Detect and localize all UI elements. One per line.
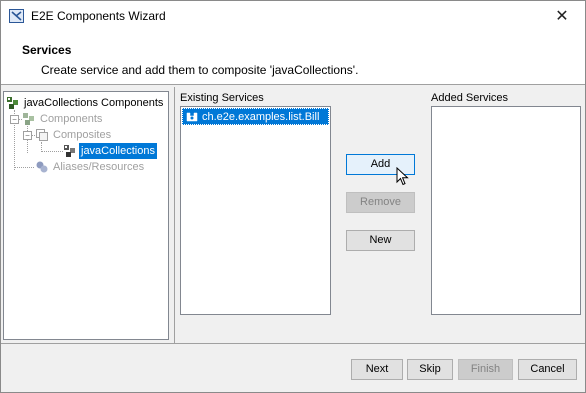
aliases-icon (35, 160, 49, 174)
existing-services-label: Existing Services (180, 92, 264, 104)
component-tree[interactable]: javaCollections Components − Components … (3, 91, 169, 340)
new-button[interactable]: New (346, 230, 415, 251)
service-icon (185, 110, 199, 124)
page-title: Services (22, 43, 72, 57)
components-icon (22, 112, 36, 126)
next-button[interactable]: Next (351, 359, 403, 380)
close-icon: ✕ (555, 8, 569, 25)
cancel-button[interactable]: Cancel (518, 359, 577, 380)
composites-icon (35, 128, 49, 142)
tree-item-root[interactable]: javaCollections Components (6, 95, 165, 111)
components-root-icon (6, 96, 20, 110)
list-item-label: ch.e2e.examples.list.Bill (202, 111, 320, 123)
app-icon (9, 9, 24, 23)
added-services-label: Added Services (431, 92, 509, 104)
tree-item-aliases[interactable]: Aliases/Resources (35, 159, 146, 175)
services-panel: Existing Services ch.e2e.examples.list.B… (174, 87, 586, 343)
collapse-icon[interactable]: − (23, 131, 32, 140)
mouse-cursor-icon (396, 166, 410, 190)
skip-button[interactable]: Skip (407, 359, 453, 380)
wizard-header: Services Create service and add them to … (1, 31, 585, 85)
tree-item-components[interactable]: Components (22, 111, 104, 127)
finish-button[interactable]: Finish (458, 359, 513, 380)
wizard-footer: Next Skip Finish Cancel (1, 343, 585, 392)
tree-item-label: Composites (53, 129, 112, 141)
tree-item-label: javaCollections Components (24, 97, 164, 109)
close-button[interactable]: ✕ (539, 1, 585, 31)
wizard-window: E2E Components Wizard ✕ Services Create … (0, 0, 586, 393)
tree-connector (14, 167, 34, 168)
tree-item-label: Components (40, 113, 103, 125)
tree-item-label: Aliases/Resources (53, 161, 145, 173)
composite-node-icon (63, 144, 77, 158)
tree-item-javacollections[interactable]: javaCollections (63, 143, 157, 159)
existing-services-list[interactable]: ch.e2e.examples.list.Bill (180, 106, 331, 315)
remove-button[interactable]: Remove (346, 192, 415, 213)
added-services-list[interactable] (431, 106, 581, 315)
page-description: Create service and add them to composite… (41, 63, 359, 77)
list-item-service[interactable]: ch.e2e.examples.list.Bill (182, 108, 329, 125)
window-title: E2E Components Wizard (31, 9, 166, 23)
tree-connector (41, 151, 63, 152)
tree-item-composites[interactable]: Composites (35, 127, 113, 143)
title-bar: E2E Components Wizard ✕ (1, 1, 585, 31)
tree-item-label: javaCollections (79, 143, 157, 159)
collapse-icon[interactable]: − (10, 115, 19, 124)
